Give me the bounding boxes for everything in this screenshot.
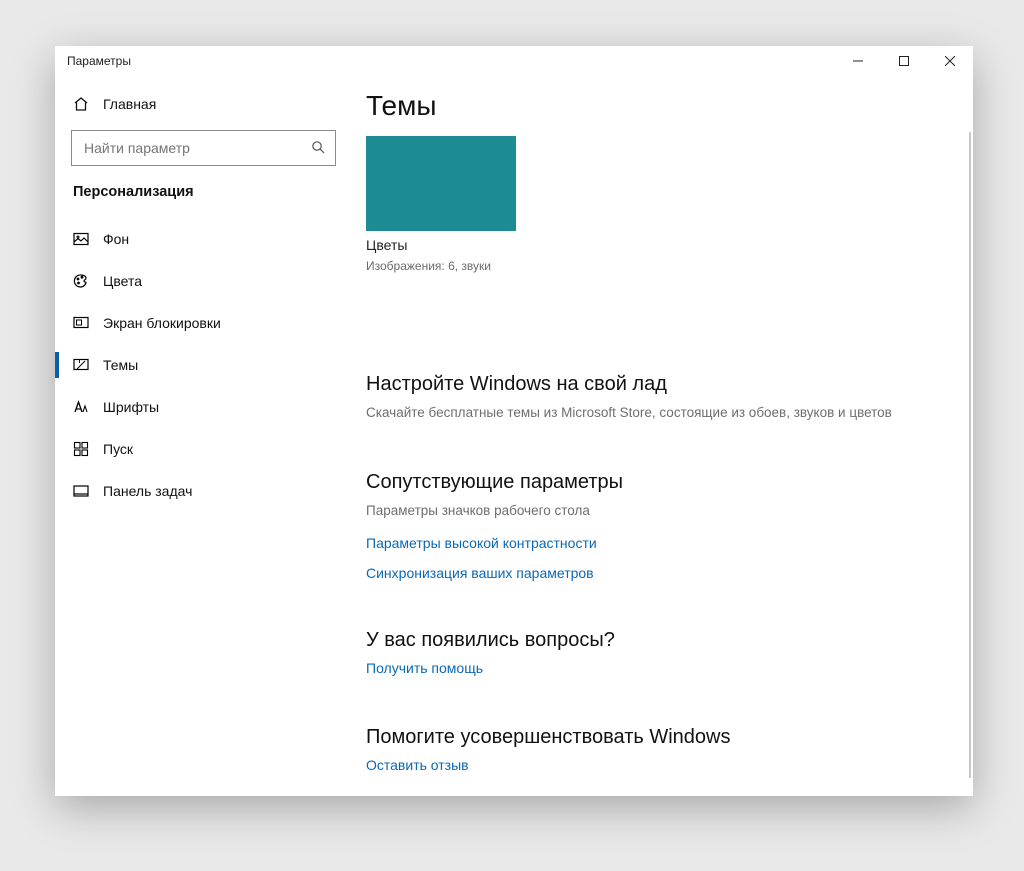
section-title: Персонализация	[55, 184, 352, 218]
fonts-icon	[73, 399, 89, 415]
lockscreen-icon	[73, 315, 89, 331]
help-link[interactable]: Получить помощь	[366, 660, 483, 676]
nav-label: Темы	[103, 357, 138, 373]
scrollbar-vertical[interactable]	[969, 132, 971, 778]
related-link-sync[interactable]: Синхронизация ваших параметров	[366, 565, 955, 581]
minimize-button[interactable]	[835, 46, 881, 76]
nav-item-themes[interactable]: Темы	[55, 344, 352, 386]
nav-item-taskbar[interactable]: Панель задач	[55, 470, 352, 512]
nav-item-colors[interactable]: Цвета	[55, 260, 352, 302]
store-heading: Настройте Windows на свой лад	[366, 373, 955, 396]
nav-item-start[interactable]: Пуск	[55, 428, 352, 470]
home-label: Главная	[103, 96, 156, 112]
nav-item-lockscreen[interactable]: Экран блокировки	[55, 302, 352, 344]
related-heading: Сопутствующие параметры	[366, 471, 955, 494]
feedback-heading: Помогите усовершенствовать Windows	[366, 726, 955, 749]
nav-label: Панель задач	[103, 483, 192, 499]
feedback-link[interactable]: Оставить отзыв	[366, 757, 469, 773]
home-icon	[73, 96, 89, 112]
search-box[interactable]	[71, 130, 336, 166]
nav-label: Цвета	[103, 273, 142, 289]
search-input[interactable]	[82, 139, 311, 157]
home-button[interactable]: Главная	[55, 90, 352, 130]
nav-label: Шрифты	[103, 399, 159, 415]
close-button[interactable]	[927, 46, 973, 76]
settings-window: Параметры Главная	[55, 46, 973, 796]
store-desc: Скачайте бесплатные темы из Microsoft St…	[366, 404, 955, 423]
search-icon	[311, 140, 327, 156]
section-help: У вас появились вопросы? Получить помощь	[366, 629, 955, 678]
sidebar: Главная Персонализация Фон	[55, 76, 352, 796]
nav-item-fonts[interactable]: Шрифты	[55, 386, 352, 428]
theme-thumbnail	[366, 136, 516, 231]
nav-list: Фон Цвета Экран блокировки	[55, 218, 352, 512]
related-link-desktop-icons[interactable]: Параметры значков рабочего стола	[366, 502, 955, 521]
window-title: Параметры	[67, 54, 131, 68]
nav-label: Экран блокировки	[103, 315, 221, 331]
theme-subtitle: Изображения: 6, звуки	[366, 259, 516, 273]
titlebar: Параметры	[55, 46, 973, 76]
related-link-high-contrast[interactable]: Параметры высокой контрастности	[366, 535, 955, 551]
image-icon	[73, 231, 89, 247]
nav-label: Пуск	[103, 441, 133, 457]
maximize-button[interactable]	[881, 46, 927, 76]
section-store: Настройте Windows на свой лад Скачайте б…	[366, 373, 955, 423]
palette-icon	[73, 273, 89, 289]
help-heading: У вас появились вопросы?	[366, 629, 955, 652]
page-title: Темы	[366, 90, 955, 122]
content-pane: Темы Цветы Изображения: 6, звуки Настрой…	[352, 76, 973, 796]
start-icon	[73, 441, 89, 457]
theme-card[interactable]: Цветы Изображения: 6, звуки	[366, 136, 516, 273]
themes-icon	[73, 357, 89, 373]
section-feedback: Помогите усовершенствовать Windows Остав…	[366, 726, 955, 775]
window-controls	[835, 46, 973, 76]
taskbar-icon	[73, 483, 89, 499]
nav-label: Фон	[103, 231, 129, 247]
nav-item-background[interactable]: Фон	[55, 218, 352, 260]
section-related: Сопутствующие параметры Параметры значко…	[366, 471, 955, 581]
theme-name: Цветы	[366, 237, 516, 253]
